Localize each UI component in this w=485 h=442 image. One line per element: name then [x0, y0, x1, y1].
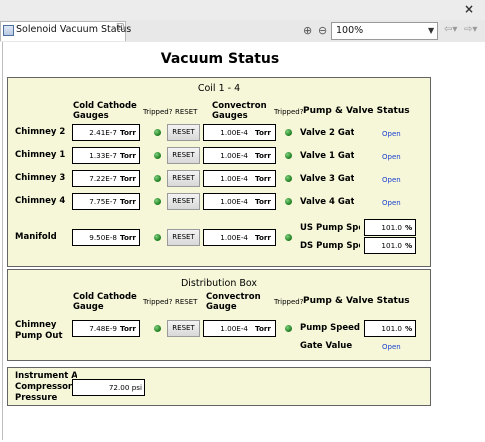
convectron-value: 1.00E-4	[220, 324, 248, 333]
row-label-chimney-pump-out: Chimney Pump Out	[15, 320, 63, 341]
convectron-value: 1.00E-4	[220, 151, 248, 160]
coil-pv-header: Pump & Valve Status	[303, 106, 410, 116]
convectron-unit: Torr	[255, 128, 271, 137]
row-label-chimney-2: Chimney 2	[15, 127, 66, 137]
convectron-value: 1.00E-4	[220, 128, 248, 137]
distribution-box-title: Distribution Box	[180, 278, 258, 289]
tab-close-icon[interactable]: ☒	[116, 23, 124, 33]
convectron-unit: Torr	[255, 233, 271, 242]
instrument-air-label: Instrument Air Compressor Pressure	[15, 371, 77, 403]
convectron-unit: Torr	[255, 324, 271, 333]
us-pump-speed-label: US Pump Speed	[300, 223, 360, 233]
dist-cold-header: Cold Cathode Gauge	[73, 292, 137, 312]
valve-status-open: Open	[382, 153, 401, 161]
pump-speed-value: 101.0	[381, 324, 402, 333]
row-label-chimney-4: Chimney 4	[15, 196, 66, 206]
cold-cathode-unit: Torr	[120, 174, 136, 183]
chevron-down-icon[interactable]: ▼	[428, 26, 434, 35]
reset-button[interactable]: RESET	[167, 193, 200, 210]
pump-speed-unit: %	[405, 324, 413, 333]
cold-cathode-value: 2.41E-7	[89, 128, 117, 137]
reset-button[interactable]: RESET	[167, 147, 200, 164]
tripped-led-icon	[285, 129, 292, 136]
reset-button[interactable]: RESET	[167, 170, 200, 187]
coil-cold-header: Cold Cathode Gauges	[73, 101, 137, 121]
valve-status-open: Open	[382, 130, 401, 138]
pump-speed-label: Pump Speed	[300, 323, 360, 333]
back-arrow-icon[interactable]: ⇦▾	[444, 24, 457, 35]
coil-reset-header: RESET	[175, 108, 198, 116]
cold-cathode-unit: Torr	[120, 233, 136, 242]
convectron-unit: Torr	[255, 151, 271, 160]
valve-label: Valve 1 Gate	[300, 151, 354, 161]
cold-cathode-unit: Torr	[120, 151, 136, 160]
zoom-in-icon[interactable]: ⊕	[303, 24, 312, 37]
cold-cathode-value: 7.22E-7	[89, 174, 117, 183]
dist-reset-header: RESET	[175, 298, 198, 306]
coil-conv-header: Convectron Gauges	[212, 101, 267, 121]
convectron-unit: Torr	[255, 197, 271, 206]
tripped-led-icon	[154, 234, 161, 241]
row-label-chimney-3: Chimney 3	[15, 173, 66, 183]
valve-status-open: Open	[382, 199, 401, 207]
coil-tripped2-header: Tripped?	[274, 108, 304, 116]
zoom-value: 100%	[336, 25, 364, 36]
window-title-bar	[0, 0, 485, 21]
cold-cathode-unit: Torr	[120, 197, 136, 206]
page-title: Vacuum Status	[160, 51, 280, 67]
dist-tripped2-header: Tripped?	[274, 298, 304, 306]
close-window-icon[interactable]: ×	[464, 2, 474, 16]
cold-cathode-value: 1.33E-7	[89, 151, 117, 160]
row-label-manifold: Manifold	[15, 232, 57, 242]
valve-status-open: Open	[382, 176, 401, 184]
convectron-value: 1.00E-4	[220, 174, 248, 183]
display-file-icon	[3, 25, 14, 36]
us-pump-speed-value: 101.0	[381, 223, 402, 232]
valve-label: Valve 2 Gate	[300, 128, 354, 138]
tripped-led-icon	[285, 198, 292, 205]
cold-cathode-unit: Torr	[120, 324, 136, 333]
coil-title: Coil 1 - 4	[197, 83, 241, 94]
us-pump-speed-unit: %	[405, 223, 413, 232]
row-label-chimney-1: Chimney 1	[15, 150, 66, 160]
tripped-led-icon	[154, 152, 161, 159]
convectron-unit: Torr	[255, 174, 271, 183]
tripped-led-icon	[154, 198, 161, 205]
valve-label: Valve 3 Gate	[300, 174, 354, 184]
tripped-led-icon	[154, 175, 161, 182]
zoom-out-icon[interactable]: ⊖	[318, 24, 327, 37]
cold-cathode-value: 7.48E-9	[89, 324, 117, 333]
ds-pump-speed-value: 101.0	[381, 241, 402, 250]
convectron-value: 1.00E-4	[220, 233, 248, 242]
tripped-led-icon	[154, 129, 161, 136]
cold-cathode-unit: Torr	[120, 128, 136, 137]
tab-title: Solenoid Vacuum Status	[16, 24, 132, 35]
gate-status-open: Open	[382, 343, 401, 351]
tripped-led-icon	[285, 152, 292, 159]
reset-button[interactable]: RESET	[167, 124, 200, 141]
convectron-value: 1.00E-4	[220, 197, 248, 206]
reset-button[interactable]: RESET	[167, 320, 200, 337]
tripped-led-icon	[285, 175, 292, 182]
ds-pump-speed-unit: %	[405, 241, 413, 250]
ds-pump-speed-label: DS Pump Speed	[300, 241, 360, 251]
dist-tripped-header: Tripped?	[143, 298, 173, 306]
tripped-led-icon	[285, 325, 292, 332]
dist-pv-header: Pump & Valve Status	[303, 296, 410, 306]
forward-arrow-icon[interactable]: ⇨▾	[464, 24, 477, 35]
valve-label: Valve 4 Gate	[300, 197, 354, 207]
cold-cathode-value: 7.75E-7	[89, 197, 117, 206]
tripped-led-icon	[285, 234, 292, 241]
tripped-led-icon	[154, 325, 161, 332]
dist-conv-header: Convectron Gauge	[206, 292, 261, 312]
cold-cathode-value: 9.50E-8	[89, 233, 117, 242]
compressor-pressure-value: 72.00 psi	[108, 383, 142, 392]
coil-tripped-header: Tripped?	[143, 108, 173, 116]
reset-button[interactable]: RESET	[167, 229, 200, 246]
gate-value-label: Gate Value	[300, 341, 353, 351]
